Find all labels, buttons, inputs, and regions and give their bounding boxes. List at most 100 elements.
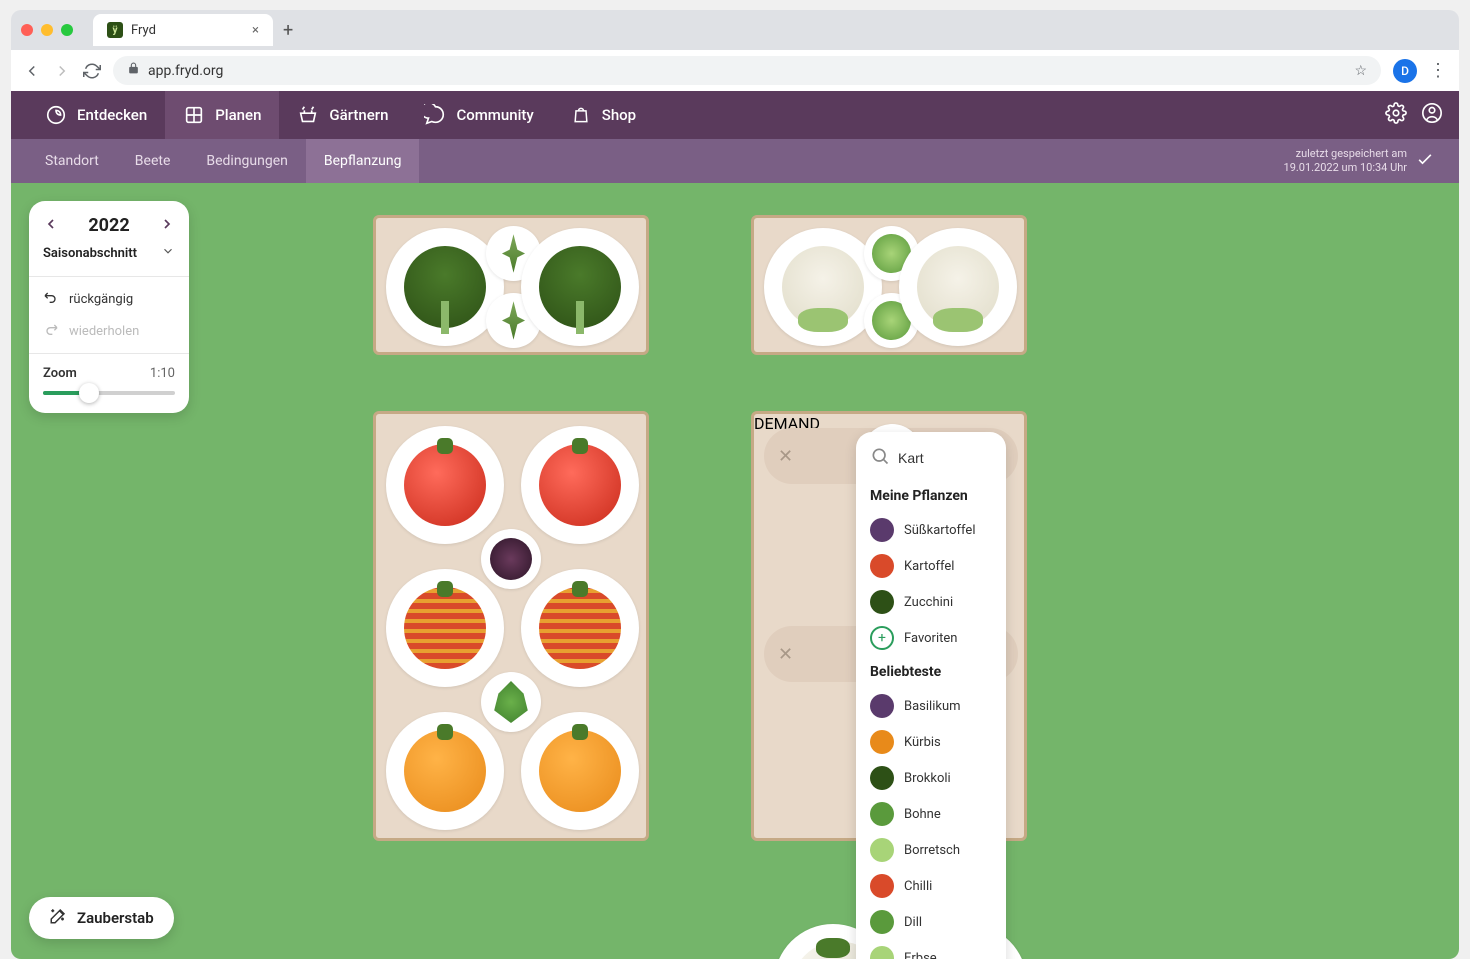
plant-item[interactable]: Basilikum (866, 688, 996, 724)
redo-label: wiederholen (69, 324, 139, 339)
redo-icon (43, 321, 59, 341)
back-button[interactable] (23, 62, 41, 80)
check-icon (1415, 149, 1435, 173)
divider (29, 276, 189, 277)
remove-icon[interactable]: ✕ (778, 644, 793, 665)
zoom-row: Zoom 1:10 (43, 366, 175, 381)
next-year-button[interactable] (159, 216, 175, 236)
nav-label: Shop (602, 106, 636, 124)
remove-icon[interactable]: ✕ (778, 446, 793, 467)
maximize-window[interactable] (61, 24, 73, 36)
plant-thumb (870, 694, 894, 718)
subnav-beete[interactable]: Beete (117, 139, 189, 183)
browser-tab[interactable]: ÿ Fryd × (93, 14, 273, 46)
plant-broccoli[interactable] (521, 228, 639, 346)
plant-thumb (870, 802, 894, 826)
undo-label: rückgängig (69, 292, 133, 307)
tab-close-icon[interactable]: × (252, 23, 259, 38)
save-line1: zuletzt gespeichert am (1284, 147, 1407, 161)
plant-thumb (870, 554, 894, 578)
plant-thumb (870, 590, 894, 614)
tab-title: Fryd (131, 23, 156, 38)
nav-label: Gärtnern (329, 106, 388, 124)
nav-planen[interactable]: Planen (165, 91, 279, 139)
plant-item[interactable]: Zucchini (866, 584, 996, 620)
address-field[interactable]: app.fryd.org ☆ (113, 56, 1381, 85)
plant-tomato-stripe[interactable] (386, 569, 504, 687)
settings-icon[interactable] (1385, 102, 1407, 128)
popular-title: Beliebteste (870, 664, 996, 680)
url-text: app.fryd.org (148, 63, 223, 79)
plant-tomato-orange[interactable] (386, 712, 504, 830)
browser-tab-bar: ÿ Fryd × + (11, 10, 1459, 50)
bookmark-icon[interactable]: ☆ (1354, 63, 1367, 79)
search-icon (870, 446, 890, 470)
plant-item[interactable]: Borretsch (866, 832, 996, 868)
grid-icon (183, 104, 205, 126)
plant-item[interactable]: Bohne (866, 796, 996, 832)
plant-tomato-orange[interactable] (521, 712, 639, 830)
my-plants-title: Meine Pflanzen (870, 488, 996, 504)
wand-icon (49, 907, 67, 929)
nav-community[interactable]: Community (406, 91, 551, 139)
season-dropdown[interactable]: Saisonabschnitt (43, 244, 175, 262)
magic-wand-button[interactable]: Zauberstab (29, 897, 174, 939)
minimize-window[interactable] (41, 24, 53, 36)
plant-tomato-stripe[interactable] (521, 569, 639, 687)
nav-gaertnern[interactable]: Gärtnern (279, 91, 406, 139)
close-window[interactable] (21, 24, 33, 36)
search-input[interactable] (898, 450, 988, 466)
plant-item[interactable]: Erbse (866, 940, 996, 959)
tab-favicon: ÿ (107, 22, 123, 38)
plant-item[interactable]: Chilli (866, 868, 996, 904)
plant-thumb (870, 766, 894, 790)
subnav-standort[interactable]: Standort (27, 139, 117, 183)
redo-button[interactable]: wiederholen (43, 321, 175, 341)
plant-item[interactable]: Süßkartoffel (866, 512, 996, 548)
plant-item[interactable]: Brokkoli (866, 760, 996, 796)
app: Entdecken Planen Gärtnern Community Shop… (11, 91, 1459, 959)
plant-basil[interactable] (481, 672, 541, 732)
season-label: Saisonabschnitt (43, 246, 137, 261)
year-label: 2022 (88, 215, 129, 236)
undo-button[interactable]: rückgängig (43, 289, 175, 309)
favorites-button[interactable]: +Favoriten (866, 620, 996, 656)
garden-canvas[interactable]: 2022 Saisonabschnitt rückgängig wiederho… (11, 183, 1459, 959)
plant-cauliflower[interactable] (899, 228, 1017, 346)
plant-thumb (870, 874, 894, 898)
plant-thumb (870, 838, 894, 862)
plus-icon: + (870, 626, 894, 650)
subnav-bepflanzung[interactable]: Bepflanzung (306, 139, 420, 183)
nav-entdecken[interactable]: Entdecken (27, 91, 165, 139)
basket-icon (297, 104, 319, 126)
save-line2: 19.01.2022 um 10:34 Uhr (1284, 161, 1407, 175)
undo-icon (43, 289, 59, 309)
new-tab-button[interactable]: + (283, 20, 293, 41)
plant-thumb (870, 946, 894, 959)
forward-button[interactable] (53, 62, 71, 80)
garden-bed[interactable]: ✕ ✕ ✕ ✕ ♥ ♥ DEMAND (751, 411, 1027, 841)
profile-avatar[interactable]: D (1393, 59, 1417, 83)
prev-year-button[interactable] (43, 216, 59, 236)
reload-button[interactable] (83, 62, 101, 80)
divider (29, 353, 189, 354)
browser-menu-icon[interactable]: ⋮ (1429, 60, 1447, 81)
account-icon[interactable] (1421, 102, 1443, 128)
top-nav: Entdecken Planen Gärtnern Community Shop (11, 91, 1459, 139)
slider-thumb[interactable] (79, 383, 99, 403)
plant-item[interactable]: Dill (866, 904, 996, 940)
plant-tomato[interactable] (521, 426, 639, 544)
plant-basil[interactable] (481, 529, 541, 589)
plant-tomato[interactable] (386, 426, 504, 544)
plant-item[interactable]: Kürbis (866, 724, 996, 760)
sub-nav: Standort Beete Bedingungen Bepflanzung z… (11, 139, 1459, 183)
garden-bed[interactable] (373, 215, 649, 355)
plant-item[interactable]: Kartoffel (866, 548, 996, 584)
garden-bed[interactable] (373, 411, 649, 841)
zoom-slider[interactable] (43, 391, 175, 395)
nav-shop[interactable]: Shop (552, 91, 654, 139)
garden-bed[interactable] (751, 215, 1027, 355)
subnav-bedingungen[interactable]: Bedingungen (188, 139, 306, 183)
year-selector: 2022 (43, 215, 175, 236)
search-row (866, 444, 996, 480)
